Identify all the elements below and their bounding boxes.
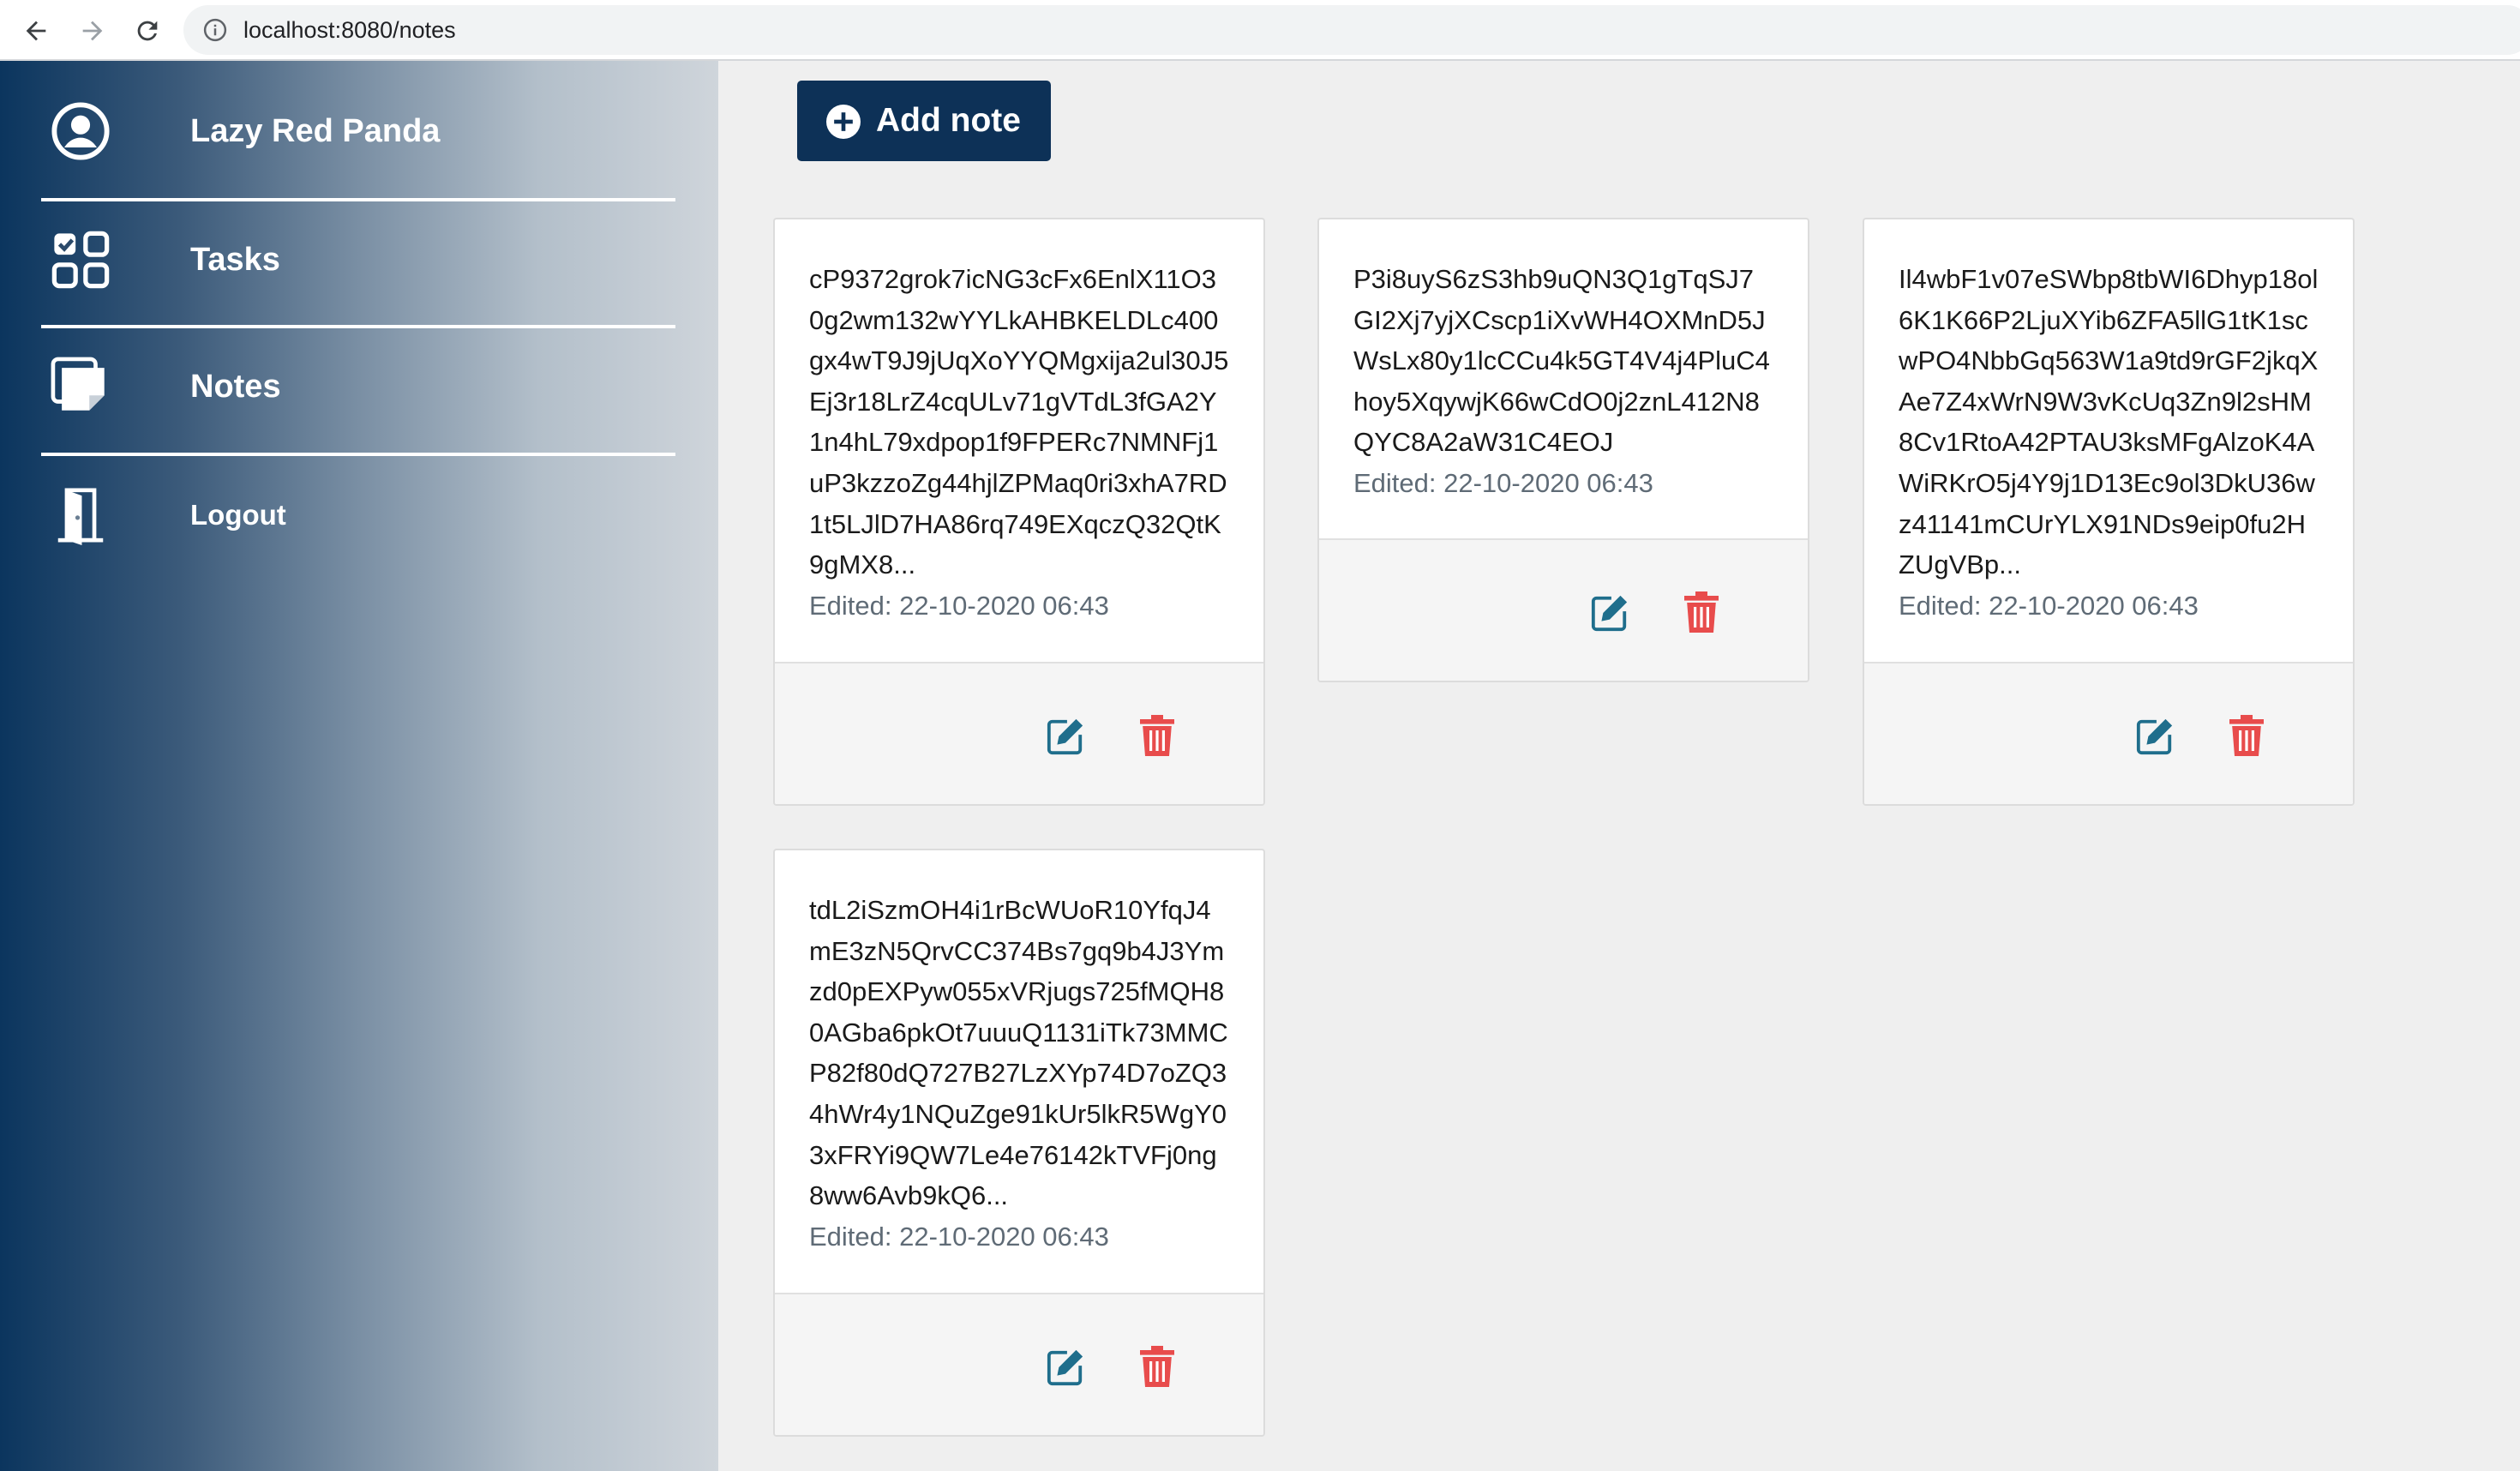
- add-note-label: Add note: [876, 102, 1021, 139]
- note-text: tdL2iSzmOH4i1rBcWUoR10YfqJ4mE3zN5QrvCC37…: [809, 895, 1228, 1211]
- plus-circle-icon: [826, 105, 861, 139]
- note-card: Il4wbF1v07eSWbp8tbWI6Dhyp18ol6K1K66P2Lju…: [1863, 218, 2355, 806]
- edit-icon[interactable]: [2135, 717, 2175, 756]
- note-actions: [775, 662, 1263, 804]
- sidebar-item-label: Logout: [190, 499, 286, 531]
- note-actions: [1864, 662, 2353, 804]
- browser-toolbar: localhost:8080/notes: [0, 0, 2520, 61]
- trash-icon[interactable]: [1140, 1346, 1174, 1387]
- note-text: cP9372grok7icNG3cFx6EnlX11O30g2wm132wYYL…: [809, 264, 1229, 580]
- note-card: tdL2iSzmOH4i1rBcWUoR10YfqJ4mE3zN5QrvCC37…: [773, 849, 1265, 1437]
- info-icon[interactable]: [202, 17, 228, 43]
- note-edited-timestamp: Edited: 22-10-2020 06:43: [1353, 467, 1653, 498]
- note-card: cP9372grok7icNG3cFx6EnlX11O30g2wm132wYYL…: [773, 218, 1265, 806]
- sidebar: Lazy Red Panda Tasks Notes Logout: [0, 61, 718, 1471]
- sidebar-divider: [41, 198, 675, 201]
- forward-arrow-icon[interactable]: [74, 12, 111, 50]
- edit-icon[interactable]: [1046, 1348, 1085, 1387]
- notes-icon: [41, 347, 120, 426]
- trash-icon[interactable]: [2229, 715, 2264, 756]
- trash-icon[interactable]: [1140, 715, 1174, 756]
- note-actions: [1319, 538, 1808, 681]
- sidebar-item-tasks[interactable]: Tasks: [41, 204, 675, 315]
- note-text: P3i8uyS6zS3hb9uQN3Q1gTqSJ7GI2Xj7yjXCscp1…: [1353, 264, 1770, 458]
- sidebar-item-label: Notes: [190, 368, 281, 405]
- user-avatar-icon: [41, 92, 120, 171]
- url-text: localhost:8080/notes: [243, 17, 456, 43]
- trash-icon[interactable]: [1684, 591, 1719, 633]
- note-edited-timestamp: Edited: 22-10-2020 06:43: [809, 1221, 1109, 1252]
- sidebar-item-logout[interactable]: Logout: [41, 459, 675, 571]
- add-note-button[interactable]: Add note: [797, 81, 1051, 161]
- tasks-icon: [41, 220, 120, 299]
- username: Lazy Red Panda: [190, 112, 441, 149]
- note-edited-timestamp: Edited: 22-10-2020 06:43: [809, 590, 1109, 621]
- sidebar-item-notes[interactable]: Notes: [41, 331, 675, 442]
- sidebar-divider: [41, 325, 675, 328]
- edit-icon[interactable]: [1590, 593, 1629, 633]
- door-icon: [41, 476, 120, 555]
- back-arrow-icon[interactable]: [17, 12, 55, 50]
- address-bar[interactable]: localhost:8080/notes: [183, 5, 2520, 55]
- note-edited-timestamp: Edited: 22-10-2020 06:43: [1899, 590, 2199, 621]
- user-profile[interactable]: Lazy Red Panda: [41, 75, 675, 187]
- note-text: Il4wbF1v07eSWbp8tbWI6Dhyp18ol6K1K66P2Lju…: [1899, 264, 2319, 580]
- note-card: P3i8uyS6zS3hb9uQN3Q1gTqSJ7GI2Xj7yjXCscp1…: [1317, 218, 1809, 682]
- note-actions: [775, 1293, 1263, 1435]
- sidebar-item-label: Tasks: [190, 241, 280, 278]
- reload-icon[interactable]: [129, 12, 166, 50]
- sidebar-divider: [41, 453, 675, 456]
- edit-icon[interactable]: [1046, 717, 1085, 756]
